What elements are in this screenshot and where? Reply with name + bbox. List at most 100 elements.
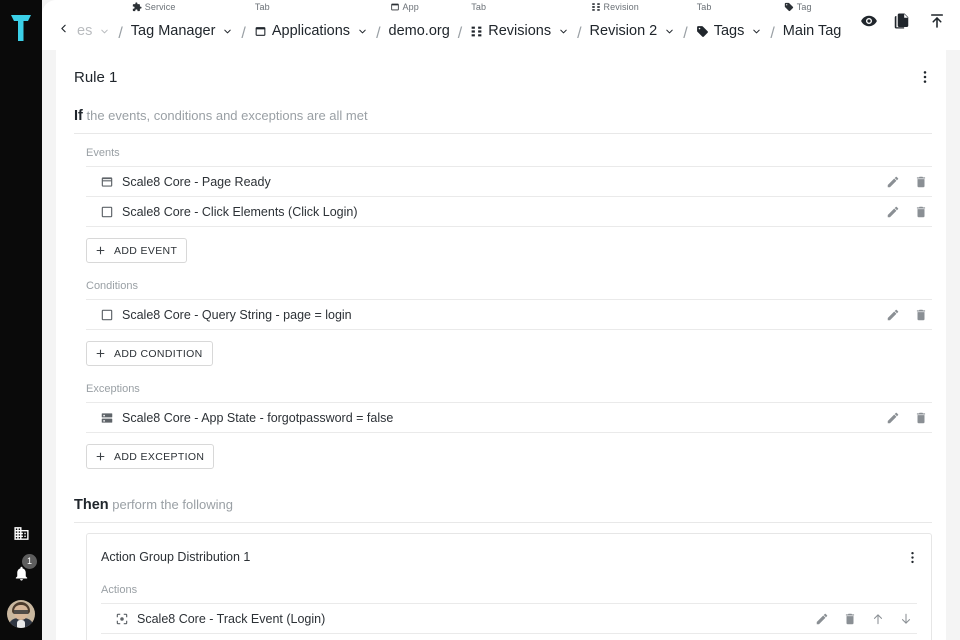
arrow-up-icon[interactable] [871,612,885,626]
user-avatar[interactable] [7,600,35,628]
trash-icon[interactable] [914,205,928,219]
breadcrumb-label: Tag Manager [130,22,216,39]
exceptions-group: Exceptions Scale8 Core - App State - for… [56,370,946,473]
breadcrumb-caption: Tab [697,2,712,12]
rule-card: Rule 1 If the events, conditions and exc… [56,50,946,640]
actions-group: Actions Scale8 Core - Track Event (Login… [87,580,931,640]
breadcrumb-label: es [77,22,93,39]
plus-icon [94,450,107,463]
chevron-down-icon[interactable] [664,26,675,37]
row-actions [886,308,932,322]
topbar: es / Service Tag Manager / Tab Applicati… [42,0,960,50]
table-row[interactable]: Scale8 Core - Track Event (Login) [101,604,917,634]
conditions-label: Conditions [86,267,932,300]
rule-menu-icon[interactable] [912,64,938,90]
left-rail: 1 [0,0,42,640]
breadcrumb-separator: / [457,25,463,42]
breadcrumb-caption-text: Revision [603,2,639,12]
trash-icon[interactable] [843,612,857,626]
account-tree-icon [470,25,483,38]
duplicate-icon[interactable] [894,12,912,30]
dns-icon [100,411,122,425]
arrow-down-icon[interactable] [899,612,913,626]
chevron-down-icon[interactable] [558,26,569,37]
web-asset-icon [254,25,267,38]
table-row[interactable]: Scale8 Core - App State - forgotpassword… [86,403,932,433]
business-icon[interactable] [4,516,38,550]
exceptions-label: Exceptions [86,370,932,403]
breadcrumb-item-main-tag[interactable]: Tag Main Tag [782,2,843,44]
content-pane: es / Service Tag Manager / Tab Applicati… [42,0,960,640]
breadcrumb-item-revision-2[interactable]: Revision Revision 2 [589,2,677,44]
breadcrumb: es / Service Tag Manager / Tab Applicati… [50,0,860,50]
then-section-header: Then perform the following [74,491,932,523]
publish-icon[interactable] [928,12,946,30]
breadcrumb-caption-text: Tab [254,2,270,12]
pencil-icon[interactable] [886,411,900,425]
page-body: Rule 1 If the events, conditions and exc… [42,50,960,640]
breadcrumb-item-demo-org[interactable]: App demo.org [388,2,451,44]
chevron-down-icon[interactable] [357,26,368,37]
add-condition-button[interactable]: ADD CONDITION [86,341,213,366]
action-group-header: Action Group Distribution 1 [87,534,931,580]
chevron-down-icon[interactable] [222,26,233,37]
breadcrumb-separator: / [241,25,246,42]
if-section-header: If the events, conditions and exceptions… [74,102,932,134]
if-description: the events, conditions and exceptions ar… [86,108,368,123]
pencil-icon[interactable] [886,175,900,189]
breadcrumb-label: demo.org [388,22,450,39]
chevron-down-icon[interactable] [751,26,762,37]
add-event-button[interactable]: ADD EVENT [86,238,188,263]
plus-icon [94,347,107,360]
row-actions [815,612,917,626]
breadcrumb-separator: / [683,25,688,42]
table-row[interactable]: Scale8 Core - Query String - page = logi… [86,300,932,330]
action-group-title: Action Group Distribution 1 [101,550,251,564]
web-asset-icon [390,2,400,12]
row-actions [886,205,932,219]
table-row[interactable]: Scale8 Core - Page Ready [86,167,932,197]
tag-icon [696,25,709,38]
if-keyword: If [74,108,83,124]
breadcrumb-item-applications[interactable]: Tab Applications [253,2,369,44]
then-keyword: Then [74,497,109,513]
chevron-down-icon[interactable] [99,26,110,37]
tag-icon [784,2,794,12]
trash-icon[interactable] [914,411,928,425]
preview-icon[interactable] [860,12,878,30]
row-label: Scale8 Core - Track Event (Login) [137,611,326,626]
breadcrumb-item-0[interactable]: es [76,18,111,44]
app-logo[interactable] [4,8,38,48]
breadcrumb-caption: Service [132,2,176,12]
breadcrumb-item-tag-manager[interactable]: Service Tag Manager [130,2,235,44]
rule-header: Rule 1 [56,50,946,102]
breadcrumb-caption-text: Tag [796,2,812,12]
trash-icon[interactable] [914,175,928,189]
account-tree-icon [591,2,601,12]
back-button[interactable] [50,13,76,43]
row-label: Scale8 Core - Page Ready [122,174,271,189]
breadcrumb-item-revisions[interactable]: Tab Revisions [469,2,570,44]
pencil-icon[interactable] [886,205,900,219]
breadcrumb-item-tags[interactable]: Tab Tags [695,2,764,44]
table-row[interactable]: Scale8 Core - Click Elements (Click Logi… [86,197,932,227]
breadcrumb-separator: / [577,25,582,42]
notifications-bell-icon[interactable]: 1 [4,554,38,590]
action-group-menu-icon[interactable] [899,544,925,570]
actions-label: Actions [101,580,917,604]
row-actions [886,175,932,189]
add-exception-label: ADD EXCEPTION [114,450,205,463]
breadcrumb-separator: / [376,25,381,42]
crop-square-icon [100,205,122,219]
action-group-card: Action Group Distribution 1 Actions Scal… [86,533,932,640]
pencil-icon[interactable] [886,308,900,322]
trash-icon[interactable] [914,308,928,322]
breadcrumb-label: Revisions [488,22,552,39]
add-exception-button[interactable]: ADD EXCEPTION [86,444,215,469]
events-label: Events [86,134,932,167]
pencil-icon[interactable] [815,612,829,626]
breadcrumb-separator: / [118,25,123,42]
row-actions [886,411,932,425]
breadcrumb-label: Main Tag [782,22,842,39]
breadcrumb-caption: App [390,2,419,12]
